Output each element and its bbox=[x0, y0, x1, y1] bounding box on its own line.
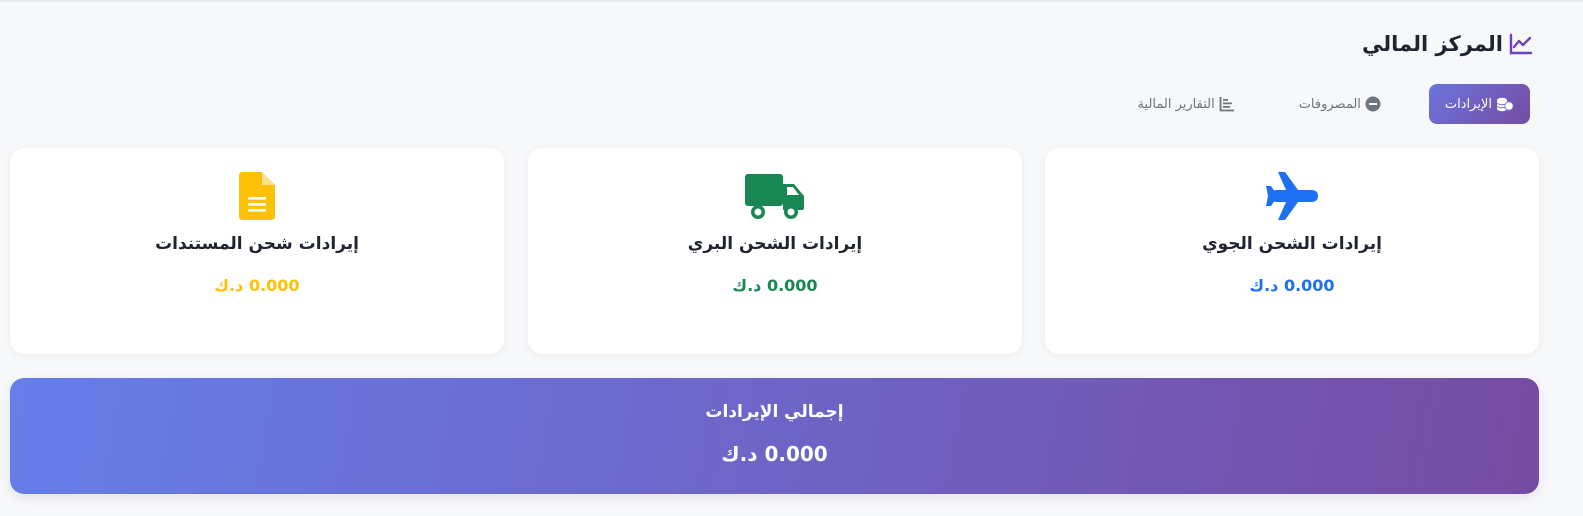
tab-expenses-label: المصروفات bbox=[1298, 96, 1361, 112]
minus-circle-icon bbox=[1365, 96, 1381, 112]
chart-line-icon bbox=[1509, 33, 1533, 55]
airplane-icon bbox=[1045, 170, 1539, 222]
total-revenue-banner: إجمالي الإيرادات 0.000 د.ك bbox=[10, 378, 1539, 494]
card-land-amount: 0.000 د.ك bbox=[732, 276, 818, 295]
card-land-label: إيرادات الشحن البري bbox=[687, 234, 863, 254]
total-revenue-amount: 0.000 د.ك bbox=[721, 442, 828, 466]
coins-icon bbox=[1496, 96, 1514, 112]
tab-revenues-label: الإيرادات bbox=[1444, 96, 1492, 112]
total-revenue-label: إجمالي الإيرادات bbox=[705, 402, 844, 422]
card-air-amount: 0.000 د.ك bbox=[1249, 276, 1335, 295]
report-chart-icon bbox=[1219, 96, 1235, 112]
truck-icon bbox=[528, 170, 1022, 222]
card-air-revenue: إيرادات الشحن الجوي 0.000 د.ك bbox=[1045, 148, 1539, 354]
page-title: المركز المالي bbox=[1362, 32, 1503, 56]
document-icon bbox=[10, 170, 504, 222]
finance-tabs: الإيرادات المصروفات التقارير المالية bbox=[1122, 84, 1530, 124]
tab-financial-reports[interactable]: التقارير المالية bbox=[1122, 84, 1251, 124]
card-documents-label: إيرادات شحن المستندات bbox=[155, 234, 359, 254]
card-land-revenue: إيرادات الشحن البري 0.000 د.ك bbox=[528, 148, 1022, 354]
tab-revenues[interactable]: الإيرادات bbox=[1428, 84, 1530, 124]
tab-financial-reports-label: التقارير المالية bbox=[1137, 96, 1215, 112]
page-header: المركز المالي bbox=[1362, 32, 1533, 56]
tab-expenses[interactable]: المصروفات bbox=[1283, 84, 1397, 124]
card-documents-revenue: إيرادات شحن المستندات 0.000 د.ك bbox=[10, 148, 504, 354]
card-air-label: إيرادات الشحن الجوي bbox=[1202, 234, 1382, 254]
card-documents-amount: 0.000 د.ك bbox=[214, 276, 300, 295]
